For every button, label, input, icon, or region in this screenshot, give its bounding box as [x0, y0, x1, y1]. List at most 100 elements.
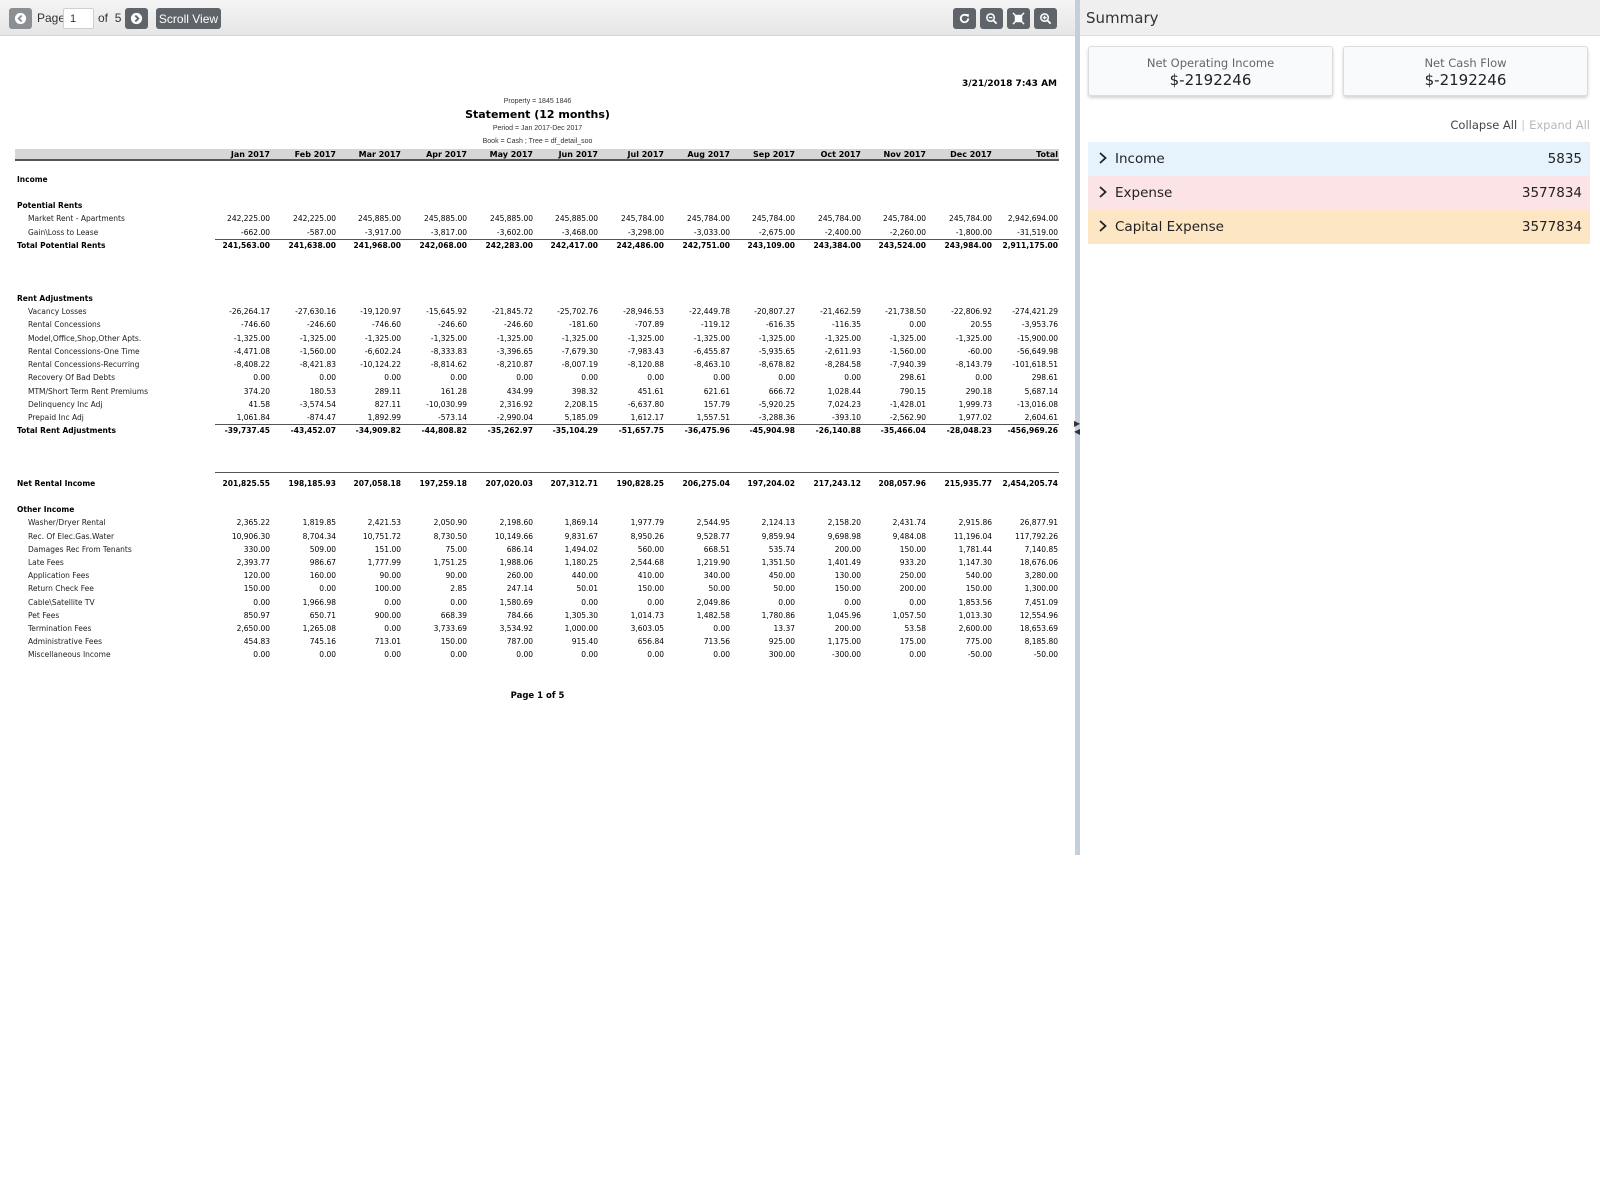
value-cell: 197,259.18: [419, 479, 467, 488]
column-header: Jan 2017: [230, 150, 270, 159]
value-cell: -2,260.00: [889, 228, 926, 237]
value-cell: 0.00: [844, 373, 861, 382]
value-cell: 11,196.04: [953, 532, 992, 541]
value-cell: 787.00: [506, 637, 533, 646]
value-cell: 75.00: [445, 545, 467, 554]
value-cell: 300.00: [768, 650, 795, 659]
value-cell: -19,120.97: [360, 307, 401, 316]
summary-title: Summary: [1086, 9, 1159, 27]
value-cell: -34,909.82: [355, 426, 401, 435]
previous-page-button[interactable]: [9, 8, 32, 29]
page-number-input[interactable]: [63, 8, 94, 29]
value-cell: 0.00: [713, 650, 730, 659]
value-cell: 1,057.50: [892, 611, 926, 620]
value-cell: 245,885.00: [555, 214, 598, 223]
value-cell: 175.00: [899, 637, 926, 646]
value-cell: 900.00: [374, 611, 401, 620]
value-cell: 2,544.95: [696, 518, 730, 527]
value-cell: 668.51: [703, 545, 730, 554]
book-line: Book = Cash ; Tree = df_detail_soo: [482, 138, 593, 145]
scroll-view-button[interactable]: Scroll View: [156, 8, 221, 29]
value-cell: 242,225.00: [227, 214, 270, 223]
value-cell: -21,738.50: [885, 307, 926, 316]
row-label: Net Rental Income: [17, 479, 96, 488]
value-cell: 925.00: [768, 637, 795, 646]
value-cell: -21,845.72: [492, 307, 533, 316]
value-cell: -28,946.53: [623, 307, 664, 316]
value-cell: 207,058.18: [353, 479, 401, 488]
value-cell: -1,325.00: [561, 334, 598, 343]
value-cell: 150.00: [965, 584, 992, 593]
refresh-button[interactable]: [953, 8, 976, 29]
value-cell: 9,484.08: [892, 532, 926, 541]
value-cell: 986.67: [309, 558, 336, 567]
total-pages: 5: [114, 11, 122, 25]
value-cell: 330.00: [243, 545, 270, 554]
total-cell: 1,300.00: [1024, 584, 1058, 593]
value-cell: -662.00: [241, 228, 270, 237]
value-cell: 245,784.00: [752, 214, 795, 223]
collapse-all-link[interactable]: Collapse All: [1450, 118, 1517, 132]
summary-panel: Summary Net Operating Income $-2192246 N…: [1080, 0, 1600, 1200]
row-label: Total Rent Adjustments: [17, 426, 116, 435]
value-cell: 745.16: [309, 637, 336, 646]
value-cell: 0.00: [581, 598, 598, 607]
zoom-in-button[interactable]: [1034, 8, 1057, 29]
column-header: Aug 2017: [687, 150, 730, 159]
value-cell: -1,560.00: [299, 347, 336, 356]
value-cell: 1,777.99: [367, 558, 401, 567]
row-label: Delinquency Inc Adj: [28, 400, 103, 409]
value-cell: -6,602.24: [364, 347, 401, 356]
value-cell: 1,977.79: [630, 518, 664, 527]
value-cell: 1,966.98: [302, 598, 336, 607]
value-cell: -8,463.10: [693, 360, 730, 369]
value-cell: -15,645.92: [426, 307, 467, 316]
value-cell: 242,486.00: [616, 241, 664, 250]
value-cell: -20,807.27: [754, 307, 795, 316]
value-cell: -45,904.98: [749, 426, 795, 435]
total-cell: 3,280.00: [1024, 571, 1058, 580]
value-cell: -22,806.92: [951, 307, 992, 316]
value-cell: 5,185.09: [564, 413, 598, 422]
column-header: Sep 2017: [753, 150, 795, 159]
value-cell: 8,704.34: [302, 532, 336, 541]
value-cell: 1,869.14: [564, 518, 598, 527]
value-cell: 1,175.00: [827, 637, 861, 646]
total-cell: 2,942,694.00: [1007, 214, 1058, 223]
value-cell: 2,544.68: [630, 558, 664, 567]
value-cell: -1,428.01: [889, 400, 926, 409]
value-cell: -707.89: [635, 320, 664, 329]
row-label: Damages Rec From Tenants: [28, 545, 132, 554]
table-row: Washer/Dryer Rental 2,365.22 1,819.85 2,421…: [15, 517, 1059, 530]
value-cell: 245,784.00: [949, 214, 992, 223]
link-separator: |: [1521, 118, 1526, 132]
value-cell: 180.53: [309, 387, 336, 396]
value-cell: 1,892.99: [367, 413, 401, 422]
expand-all-link[interactable]: Expand All: [1529, 118, 1590, 132]
column-header: Jun 2017: [558, 150, 598, 159]
property-line: Property = 1845 1846: [503, 98, 572, 105]
value-cell: 434.99: [506, 387, 533, 396]
value-cell: -3,468.00: [561, 228, 598, 237]
table-row: Vacancy Losses -26,264.17 -27,630.16 -19,12…: [15, 306, 1059, 319]
value-cell: 150.00: [440, 637, 467, 646]
value-cell: 151.00: [374, 545, 401, 554]
value-cell: -10,124.22: [360, 360, 401, 369]
value-cell: -246.60: [307, 320, 336, 329]
accordion-label: Expense: [1115, 185, 1173, 201]
table-row: Application Fees 120.00 160.00 90.00 90.00 26…: [15, 570, 1059, 583]
value-cell: 3,534.92: [499, 624, 533, 633]
row-label: Recovery Of Bad Debts: [28, 373, 115, 382]
fit-page-button[interactable]: [1007, 8, 1030, 29]
value-cell: -5,920.25: [758, 400, 795, 409]
next-page-button[interactable]: [125, 8, 148, 29]
value-cell: 0.00: [909, 320, 926, 329]
accordion-expense[interactable]: Expense 3577834: [1088, 176, 1590, 210]
accordion-capital-expense[interactable]: Capital Expense 3577834: [1088, 210, 1590, 244]
value-cell: -8,120.88: [627, 360, 664, 369]
row-label: Termination Fees: [28, 624, 92, 633]
value-cell: 1,401.49: [827, 558, 861, 567]
value-cell: 1,045.96: [827, 611, 861, 620]
zoom-out-button[interactable]: [980, 8, 1003, 29]
accordion-income[interactable]: Income 5835: [1088, 142, 1590, 176]
